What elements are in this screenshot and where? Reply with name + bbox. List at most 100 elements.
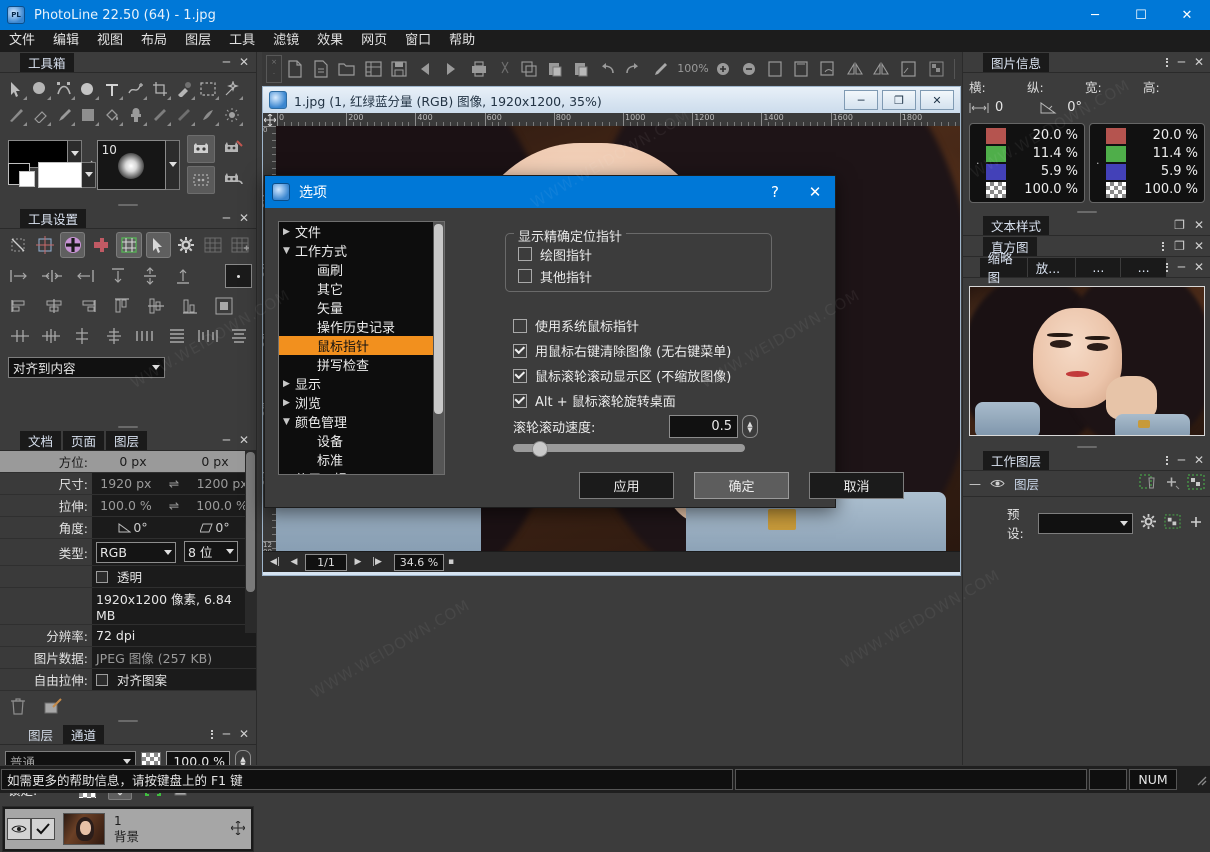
tree-item-6[interactable]: 鼠标指针 <box>279 336 433 355</box>
wheel-scroll-checkbox[interactable] <box>513 369 527 383</box>
bit-depth-select[interactable]: 8 位 <box>184 541 238 562</box>
color-model-select[interactable]: RGB <box>96 542 176 563</box>
menu-item-view[interactable]: 视图 <box>88 30 132 52</box>
mask-icon[interactable] <box>1187 474 1205 493</box>
horizontal-ruler[interactable]: 020040060080010001200140016001800 <box>277 113 960 126</box>
magic-wand-icon[interactable] <box>220 77 244 101</box>
document-restore-button[interactable]: ❐ <box>882 90 916 110</box>
tab-document[interactable]: 文档 <box>20 431 61 450</box>
space-h2-icon[interactable] <box>38 324 63 348</box>
crop-to-selection-icon[interactable] <box>894 56 922 82</box>
thumbnail-zoom-button[interactable]: 放... <box>1028 258 1076 277</box>
thumbnail-minimize[interactable]: ─ <box>1178 261 1185 273</box>
text-icon[interactable] <box>100 77 124 101</box>
eraser-icon[interactable] <box>28 103 52 127</box>
align-hcenter-icon[interactable] <box>40 264 65 288</box>
filled-ellipse-icon[interactable] <box>76 77 100 101</box>
dist-hcenter-icon[interactable] <box>41 294 67 318</box>
document-panel-close[interactable]: ✕ <box>239 434 249 446</box>
add-layer-icon[interactable] <box>1164 474 1180 493</box>
align-right-icon[interactable] <box>72 264 97 288</box>
align-to-select[interactable]: 对齐到内容 <box>8 357 165 378</box>
stack-v-icon[interactable] <box>227 324 252 348</box>
space-v2-icon[interactable] <box>101 324 126 348</box>
ellipse-icon[interactable] <box>28 77 52 101</box>
rightclick-clear-checkbox[interactable] <box>513 344 527 358</box>
scroll-speed-input[interactable]: 0.5 <box>669 415 738 438</box>
equal-v-icon[interactable] <box>164 324 189 348</box>
histogram-menu-icon[interactable] <box>1162 240 1165 252</box>
dialog-help-button[interactable]: ? <box>755 176 795 208</box>
document-scrollbar[interactable] <box>245 451 256 633</box>
thumbnail-menu-icon[interactable] <box>1166 261 1169 273</box>
tree-item-3[interactable]: 其它 <box>279 279 433 298</box>
worklayer-collapse-icon[interactable]: — <box>969 477 981 491</box>
tree-item-8[interactable]: ▶显示 <box>279 374 433 393</box>
new-document-icon[interactable] <box>282 56 308 82</box>
layers-panel-menu-icon[interactable] <box>211 728 214 740</box>
document-panel-minimize[interactable]: ─ <box>223 434 230 446</box>
zoom-out-icon[interactable] <box>736 56 762 82</box>
checkbox-row[interactable]: 用鼠标右键清除图像 (无右键菜单) <box>513 338 813 363</box>
tab-layer[interactable]: 图层 <box>106 431 147 450</box>
menu-item-window[interactable]: 窗口 <box>396 30 440 52</box>
dist-left-icon[interactable] <box>7 294 33 318</box>
plus-icon[interactable] <box>1189 515 1203 532</box>
imageinfo-minimize[interactable]: ─ <box>1178 56 1185 68</box>
thumbnail-button-2[interactable]: ... <box>1076 258 1120 277</box>
previous-image-icon[interactable] <box>412 56 438 82</box>
menu-item-web[interactable]: 网页 <box>352 30 396 52</box>
resize-grip-icon[interactable] <box>1195 774 1207 786</box>
apply-button[interactable]: 应用 <box>579 472 674 499</box>
pointer-icon[interactable] <box>146 232 171 258</box>
menu-item-filter[interactable]: 滤镜 <box>264 30 308 52</box>
tab-text-style[interactable]: 文本样式 <box>983 216 1049 235</box>
transparent-checkbox[interactable] <box>96 571 108 583</box>
angle-values[interactable]: 0° 0° <box>92 517 256 539</box>
scroll-speed-slider[interactable] <box>513 444 745 452</box>
tree-scrollbar[interactable] <box>433 222 444 474</box>
document-close-button[interactable]: ✕ <box>920 90 954 110</box>
worklayer-row[interactable]: — 图层 <box>963 471 1210 497</box>
cat-brush-icon[interactable] <box>220 135 246 161</box>
tree-item-10[interactable]: ▼颜色管理 <box>279 412 433 431</box>
move-icon[interactable] <box>231 821 245 838</box>
ruler-origin-button[interactable] <box>263 113 277 126</box>
dialog-close-button[interactable]: ✕ <box>795 176 835 208</box>
check-icon[interactable] <box>31 818 55 840</box>
bezier-icon[interactable] <box>52 77 76 101</box>
textstyle-close[interactable]: ✕ <box>1194 219 1204 231</box>
new-from-clipboard-icon[interactable] <box>308 56 334 82</box>
history-brush-icon[interactable] <box>646 56 676 82</box>
menu-item-layout[interactable]: 布局 <box>132 30 176 52</box>
tertiary-color-swatch[interactable] <box>19 171 35 187</box>
undo-icon[interactable] <box>594 56 620 82</box>
table-row[interactable]: 拉伸: 100.0 % ⇌ 100.0 % <box>0 495 256 517</box>
list-item[interactable]: 1 背景 <box>5 809 251 849</box>
checkbox-row[interactable]: Alt + 鼠标滚轮旋转桌面 <box>513 388 813 413</box>
browse-icon[interactable] <box>360 56 386 82</box>
space-h-icon[interactable] <box>7 324 32 348</box>
worklayer-close[interactable]: ✕ <box>1194 454 1204 466</box>
zoom-dot-icon[interactable]: ▪ <box>447 557 455 567</box>
tab-channels[interactable]: 通道 <box>63 725 104 744</box>
worklayer-menu-icon[interactable] <box>1166 454 1169 466</box>
link-icon[interactable]: ⇌ <box>168 476 180 491</box>
menu-item-layer[interactable]: 图层 <box>176 30 220 52</box>
align-bottom-icon[interactable] <box>171 264 196 288</box>
tree-item-2[interactable]: 画刷 <box>279 260 433 279</box>
toolsettings-minimize[interactable]: ─ <box>223 212 230 224</box>
page-indicator[interactable]: 1/1 <box>305 554 347 571</box>
snap-center-icon[interactable] <box>33 233 56 257</box>
menu-item-effect[interactable]: 效果 <box>308 30 352 52</box>
fit-width-icon[interactable] <box>788 56 814 82</box>
histogram-restore[interactable]: ❐ <box>1174 240 1185 252</box>
gradient-icon[interactable] <box>4 103 28 127</box>
gear-icon[interactable] <box>1141 514 1156 532</box>
next-image-icon[interactable] <box>438 56 464 82</box>
scroll-speed-stepper[interactable]: ▲▼ <box>742 415 758 438</box>
equal-h-icon[interactable] <box>133 324 158 348</box>
tree-item-4[interactable]: 矢量 <box>279 298 433 317</box>
dist-top-icon[interactable] <box>109 294 135 318</box>
toolbox-tab[interactable]: 工具箱 <box>20 53 74 72</box>
